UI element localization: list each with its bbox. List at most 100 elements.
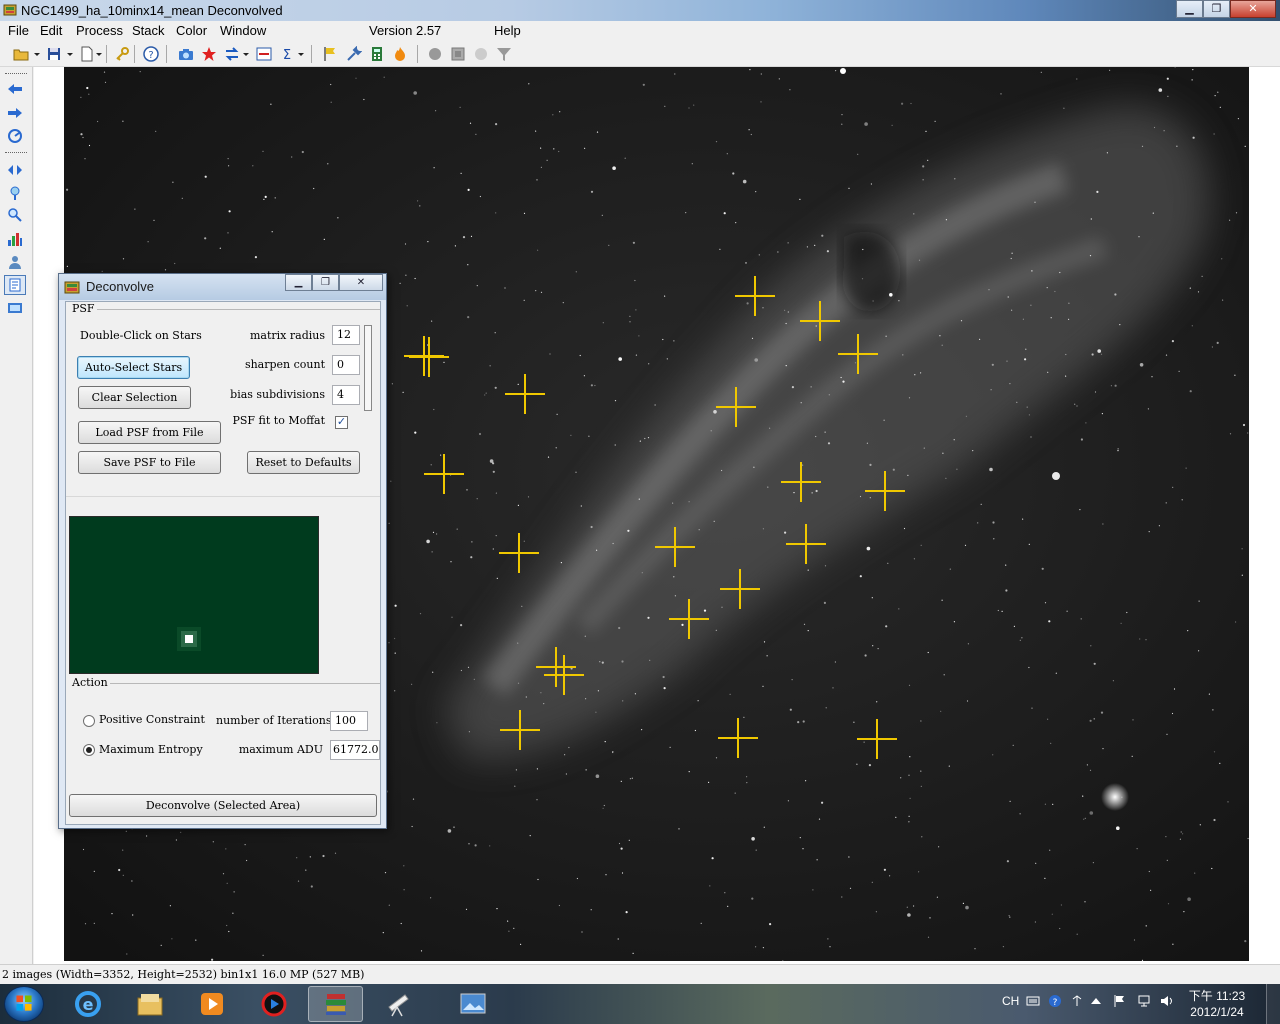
media-player-icon[interactable] [184,986,239,1022]
auto-select-stars-button[interactable]: Auto-Select Stars [77,356,190,379]
star [945,477,947,479]
iterations-field[interactable]: 100 [330,711,368,731]
show-hidden-icons-icon[interactable] [1090,994,1102,1008]
star [871,597,873,599]
matrix-radius-field[interactable]: 12 [332,325,360,345]
settings-tray-icon[interactable] [1070,994,1084,1008]
star [125,830,127,832]
star [1235,621,1237,623]
star [399,282,401,284]
system-clock[interactable]: 下午 11:23 2012/1/24 [1182,988,1252,1020]
star [180,831,182,834]
minus-box-icon[interactable] [255,45,273,63]
open-folder-icon[interactable] [12,45,30,63]
square-icon[interactable] [449,45,467,63]
star [413,91,418,95]
keyboard-icon[interactable] [1026,994,1040,1008]
maximum-entropy-radio[interactable] [83,744,95,756]
swap-icon[interactable] [223,45,241,63]
arrow-left-icon[interactable] [4,79,26,99]
user-icon[interactable] [4,252,26,272]
document-icon[interactable] [4,275,26,295]
menu-stack[interactable]: Stack [132,23,165,38]
menu-process[interactable]: Process [76,23,123,38]
save-icon[interactable] [45,45,63,63]
star [966,700,969,702]
wrench-icon[interactable] [345,45,363,63]
video-player-icon[interactable] [246,986,301,1022]
books-icon[interactable] [308,986,363,1022]
save-psf-button[interactable]: Save PSF to File [78,451,221,474]
star [558,904,560,907]
arrow-right-icon[interactable] [4,103,26,123]
tv-icon[interactable] [4,298,26,318]
start-button[interactable] [4,986,44,1022]
dialog-close-button[interactable]: ✕ [339,274,383,291]
menu-color[interactable]: Color [176,23,207,38]
rotate-icon[interactable] [4,126,26,146]
deconvolve-run-button[interactable]: Deconvolve (Selected Area) [69,794,377,817]
pin-icon[interactable] [4,183,26,203]
star [909,797,911,800]
maximize-button[interactable]: ❐ [1203,0,1230,18]
minimize-button[interactable]: ▁ [1176,0,1203,18]
star [1150,889,1152,891]
menu-window[interactable]: Window [220,23,266,38]
menu-help[interactable]: Help [494,23,521,38]
language-indicator[interactable]: CH [1002,994,1019,1008]
star [590,525,593,529]
sphere-icon[interactable] [472,45,490,63]
star [552,114,554,116]
key-icon[interactable] [113,45,131,63]
action-center-flag-icon[interactable] [1113,994,1127,1008]
volume-icon[interactable] [1160,994,1174,1008]
calculator-icon[interactable] [368,45,386,63]
histogram-icon[interactable] [4,229,26,249]
star [832,687,834,689]
star [155,130,157,132]
star-icon[interactable] [200,45,218,63]
max-adu-field[interactable]: 61772.07 [330,740,380,760]
star [394,604,397,607]
menu-edit[interactable]: Edit [40,23,62,38]
title-bar[interactable]: NGC1499_ha_10minx14_mean Deconvolved ▁ ❐… [0,0,1280,21]
star [816,859,818,861]
show-desktop-button[interactable] [1266,984,1280,1024]
close-button[interactable]: ✕ [1230,0,1276,18]
flag-icon[interactable] [321,45,339,63]
clear-selection-button[interactable]: Clear Selection [78,386,191,409]
star [436,722,438,724]
star [954,178,956,180]
dialog-minimize-button[interactable]: ▁ [285,274,312,291]
dialog-title-bar[interactable]: Deconvolve ▁ ❐ ✕ [59,274,386,300]
star [713,520,715,522]
star [1100,353,1103,355]
bias-subdivisions-field[interactable]: 4 [332,385,360,405]
sharpen-count-field[interactable]: 0 [332,355,360,375]
help-circle-icon[interactable]: ? [142,45,160,63]
help-tray-icon[interactable]: ? [1048,994,1062,1008]
network-icon[interactable] [1137,994,1151,1008]
internet-explorer-icon[interactable]: e [60,986,115,1022]
dialog-maximize-button[interactable]: ❐ [312,274,339,291]
positive-constraint-radio[interactable] [83,715,95,727]
reset-defaults-button[interactable]: Reset to Defaults [247,451,360,474]
moffat-checkbox[interactable]: ✓ [335,416,348,429]
file-explorer-icon[interactable] [122,986,177,1022]
telescope-icon[interactable] [370,986,425,1022]
star [621,872,624,874]
svg-text:Σ: Σ [283,48,291,62]
new-document-icon[interactable] [78,45,96,63]
camera-icon[interactable] [177,45,195,63]
sigma-icon[interactable]: Σ [278,45,296,63]
circle-icon[interactable] [426,45,444,63]
image-viewer-icon[interactable] [445,986,500,1022]
flip-horizontal-icon[interactable] [4,160,26,180]
funnel-icon[interactable] [495,45,513,63]
star [1109,69,1111,71]
menu-file[interactable]: File [8,23,29,38]
load-psf-button[interactable]: Load PSF from File [78,421,221,444]
psf-scrollbar[interactable] [364,325,372,411]
flame-icon[interactable] [391,45,409,63]
zoom-icon[interactable] [4,205,26,225]
